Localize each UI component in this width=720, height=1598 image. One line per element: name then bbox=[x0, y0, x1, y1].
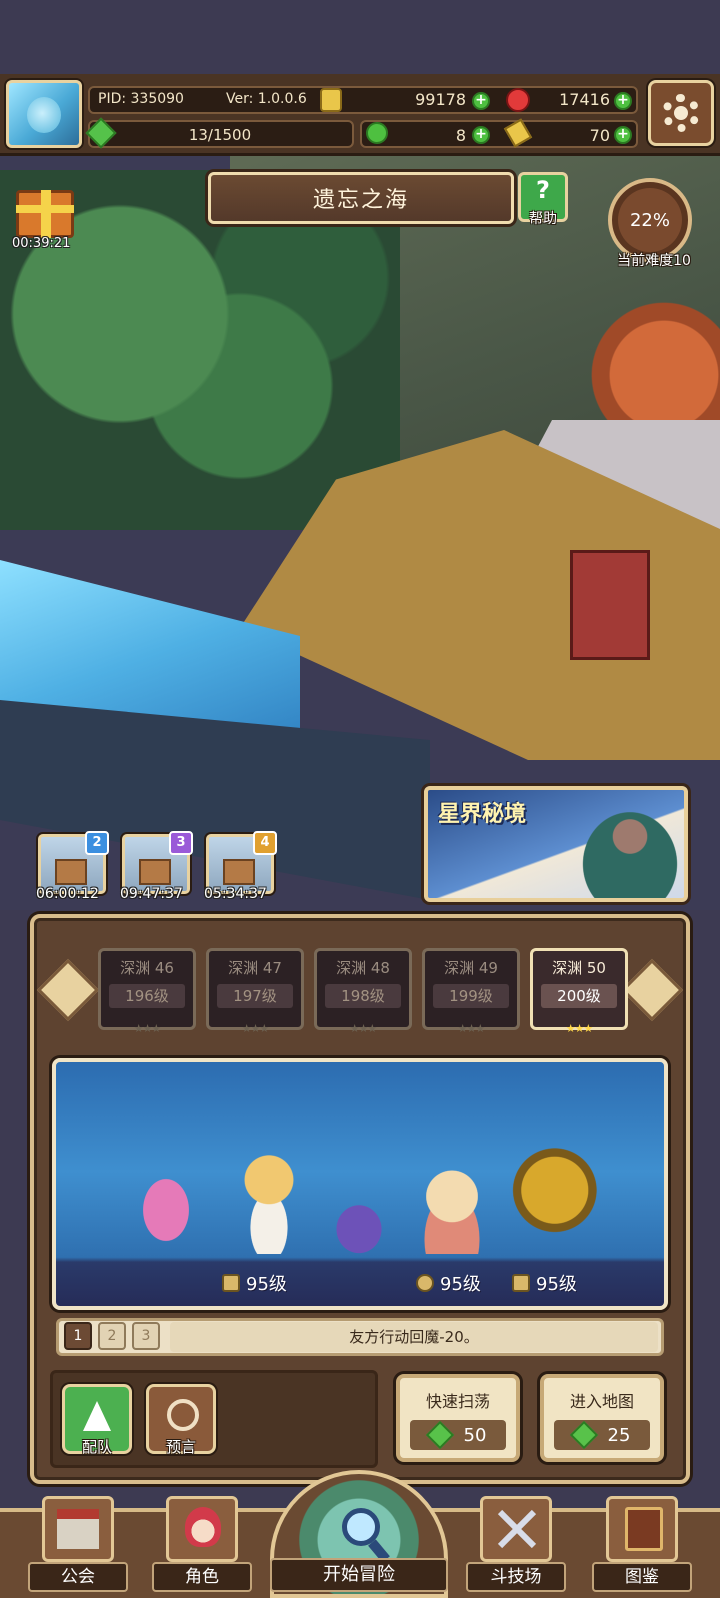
nav-character[interactable]: 角色 bbox=[150, 1496, 254, 1598]
gold-amount: 99178 bbox=[415, 90, 466, 109]
gold-icon bbox=[320, 88, 342, 112]
stage-card-50[interactable]: 深渊 50 200级 ★★★ bbox=[530, 948, 628, 1035]
help-label: 帮助 bbox=[529, 211, 557, 227]
chest-slot-1[interactable]: 2 bbox=[38, 831, 109, 894]
enemy-clam bbox=[324, 1192, 394, 1254]
difficulty-percent: 22% bbox=[629, 209, 670, 231]
sword-icon bbox=[222, 1274, 240, 1292]
nav-arena-label: 斗技场 bbox=[466, 1562, 566, 1592]
stage-level: 196级 bbox=[109, 984, 185, 1008]
stage-card-46[interactable]: 深渊 46 196级 ★★★ bbox=[98, 948, 196, 1035]
realm-character-art bbox=[570, 798, 684, 898]
quick-sweep-cost: 50 bbox=[410, 1420, 506, 1450]
stage-level: 200级 bbox=[541, 984, 617, 1008]
nav-codex-label: 图鉴 bbox=[592, 1562, 692, 1592]
stage-stars-icon: ★★★ bbox=[349, 1022, 378, 1035]
book-icon bbox=[606, 1496, 678, 1562]
stage-stars-icon: ★★★ bbox=[241, 1022, 270, 1035]
chest-level-badge: 2 bbox=[85, 831, 109, 855]
stage-stars-icon: ★★★ bbox=[457, 1022, 486, 1035]
stage-stars-icon: ★★★ bbox=[565, 1022, 594, 1035]
energy-amount: 13/1500 bbox=[188, 126, 252, 144]
chest-level-badge: 4 bbox=[253, 831, 277, 855]
stage-stars-icon: ★★★ bbox=[133, 1022, 162, 1035]
energy-icon bbox=[425, 1420, 454, 1450]
ruby-icon bbox=[506, 88, 530, 112]
enter-map-label: 进入地图 bbox=[569, 1392, 634, 1411]
enemy-level-tag: 95级 bbox=[512, 1270, 577, 1296]
add-clover-button[interactable]: + bbox=[472, 126, 490, 144]
enter-map-cost: 25 bbox=[554, 1420, 650, 1450]
chest-timer: 09:47:37 bbox=[120, 886, 183, 902]
enemy-level-tag: 95级 bbox=[416, 1270, 481, 1296]
coral-decoration bbox=[126, 1156, 206, 1246]
nav-guild-label: 公会 bbox=[28, 1562, 128, 1592]
stage-level: 198级 bbox=[325, 984, 401, 1008]
star-realm-title: 星界秘境 bbox=[438, 802, 527, 827]
area-title: 遗忘之海 bbox=[312, 188, 409, 213]
sword-icon bbox=[512, 1274, 530, 1292]
quick-sweep-button[interactable]: 快速扫荡 50 bbox=[396, 1374, 520, 1462]
chest-icon bbox=[223, 859, 255, 885]
character-icon bbox=[166, 1496, 238, 1562]
chest-icon bbox=[55, 859, 87, 885]
nav-character-label: 角色 bbox=[152, 1562, 252, 1592]
ruby-amount: 17416 bbox=[559, 90, 610, 109]
clover-icon bbox=[366, 122, 388, 144]
enemy-anglerfish bbox=[502, 1138, 598, 1254]
stage-level: 197级 bbox=[217, 984, 293, 1008]
chest-level-badge: 3 bbox=[169, 831, 193, 855]
nav-guild[interactable]: 公会 bbox=[26, 1496, 130, 1598]
gift-timer: 00:39:21 bbox=[12, 236, 71, 251]
energy-icon bbox=[569, 1420, 598, 1450]
team-tab-2[interactable]: 2 bbox=[98, 1322, 126, 1350]
stage-card-49[interactable]: 深渊 49 199级 ★★★ bbox=[422, 948, 520, 1035]
gift-box-icon[interactable] bbox=[16, 190, 74, 238]
chest-slot-3[interactable]: 4 bbox=[206, 831, 277, 894]
stage-name: 深渊 48 bbox=[336, 959, 390, 977]
player-id: PID: 335090 bbox=[98, 91, 184, 107]
stage-card-47[interactable]: 深渊 47 197级 ★★★ bbox=[206, 948, 304, 1035]
stage-name: 深渊 46 bbox=[120, 959, 174, 977]
crystal-ball-icon bbox=[167, 1399, 199, 1431]
magic-orb-icon bbox=[416, 1274, 434, 1292]
quick-sweep-label: 快速扫荡 bbox=[425, 1392, 490, 1411]
crossed-swords-icon bbox=[480, 1496, 552, 1562]
stage-name: 深渊 50 bbox=[552, 959, 606, 977]
team-tab-1[interactable]: 1 bbox=[64, 1322, 92, 1350]
guild-hall-icon bbox=[42, 1496, 114, 1562]
chest-timer: 06:00:12 bbox=[36, 886, 99, 902]
formation-icon bbox=[83, 1401, 111, 1431]
nav-codex[interactable]: 图鉴 bbox=[590, 1496, 694, 1598]
nav-arena[interactable]: 斗技场 bbox=[464, 1496, 568, 1598]
stage-level: 199级 bbox=[433, 984, 509, 1008]
chest-timer: 05:34:37 bbox=[204, 886, 267, 902]
enemy-level-tag: 95级 bbox=[222, 1270, 287, 1296]
key-amount: 70 bbox=[589, 126, 610, 145]
start-adventure-label: 开始冒险 bbox=[270, 1558, 448, 1592]
clover-amount: 8 bbox=[455, 126, 466, 145]
gear-icon bbox=[662, 94, 700, 132]
area-title-plate: 遗忘之海 bbox=[208, 172, 514, 224]
player-avatar[interactable] bbox=[6, 80, 82, 148]
add-key-button[interactable]: + bbox=[614, 126, 632, 144]
game-version: Ver: 1.0.0.6 bbox=[226, 91, 307, 107]
add-gold-button[interactable]: + bbox=[472, 92, 490, 110]
chest-slot-2[interactable]: 3 bbox=[122, 831, 193, 894]
settings-button[interactable] bbox=[648, 80, 714, 146]
enemy-shell-girl bbox=[404, 1158, 500, 1254]
question-icon: ? bbox=[536, 176, 550, 204]
difficulty-label: 当前难度10 bbox=[617, 253, 691, 269]
enter-map-button[interactable]: 进入地图 25 bbox=[540, 1374, 664, 1462]
stage-effect-text: 友方行动回魔-20。 bbox=[170, 1322, 658, 1352]
team-tab-3[interactable]: 3 bbox=[132, 1322, 160, 1350]
enemy-mage bbox=[226, 1148, 312, 1254]
stage-card-48[interactable]: 深渊 48 198级 ★★★ bbox=[314, 948, 412, 1035]
chest-icon bbox=[139, 859, 171, 885]
stage-name: 深渊 47 bbox=[228, 959, 282, 977]
stage-name: 深渊 49 bbox=[444, 959, 498, 977]
add-ruby-button[interactable]: + bbox=[614, 92, 632, 110]
formation-label: 配队 bbox=[81, 1438, 112, 1456]
prophecy-label: 预言 bbox=[165, 1438, 196, 1456]
